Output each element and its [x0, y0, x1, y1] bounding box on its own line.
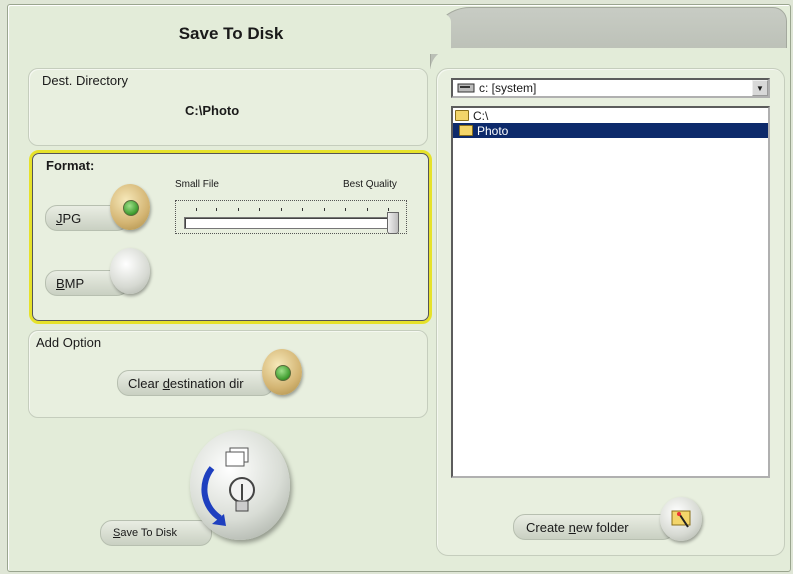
- create-new-folder-option[interactable]: Create new folder: [513, 514, 675, 540]
- clear-destination-radio[interactable]: [262, 349, 302, 395]
- dest-directory-label: Dest. Directory: [42, 73, 128, 88]
- clear-destination-option[interactable]: Clear destination dir: [117, 370, 274, 396]
- slider-tick: [367, 208, 368, 211]
- slider-min-label: Small File: [175, 179, 219, 190]
- jpg-label: JPG: [56, 210, 82, 226]
- slider-tick: [238, 208, 239, 211]
- tree-item-photo[interactable]: Photo: [453, 123, 768, 138]
- slider-thumb[interactable]: [387, 212, 399, 234]
- slider-tick: [345, 208, 346, 211]
- slider-tick: [259, 208, 260, 211]
- slider-tick: [281, 208, 282, 211]
- tree-item-label: Photo: [477, 123, 509, 138]
- bmp-label: BMP: [56, 275, 85, 291]
- dest-directory-path: C:\Photo: [185, 103, 240, 118]
- save-to-disk-button[interactable]: [190, 430, 290, 540]
- create-new-folder-label: Create new folder: [526, 519, 629, 535]
- folder-tree[interactable]: C:\ Photo: [451, 106, 770, 478]
- slider-track[interactable]: [184, 217, 398, 229]
- save-disk-icon: [201, 447, 255, 526]
- quality-slider[interactable]: [175, 200, 407, 234]
- folder-icon: [459, 125, 473, 136]
- slider-tick: [388, 208, 389, 211]
- drive-select-value: c: [system]: [479, 81, 537, 95]
- create-new-folder-button[interactable]: [660, 497, 702, 541]
- window-title: Save To Disk: [11, 14, 451, 54]
- drive-select[interactable]: c: [system] ▼: [451, 78, 770, 98]
- tree-item-label: C:\: [473, 108, 489, 123]
- radio-selected-dot: [275, 365, 291, 381]
- slider-tick: [324, 208, 325, 211]
- add-option-label: Add Option: [36, 335, 102, 350]
- jpg-radio[interactable]: [110, 184, 150, 230]
- format-label: Format:: [46, 158, 95, 173]
- tree-item-root[interactable]: C:\: [453, 108, 768, 123]
- slider-tick: [216, 208, 217, 211]
- clear-destination-label: Clear destination dir: [128, 375, 244, 391]
- new-folder-icon: [671, 510, 691, 528]
- bmp-radio[interactable]: [110, 248, 150, 294]
- slider-tick: [196, 208, 197, 211]
- slider-max-label: Best Quality: [343, 179, 397, 190]
- radio-selected-dot: [123, 200, 139, 216]
- drive-icon: [457, 83, 475, 93]
- slider-tick: [302, 208, 303, 211]
- dropdown-arrow-icon[interactable]: ▼: [752, 80, 768, 96]
- save-to-disk-label: Save To Disk: [113, 527, 177, 539]
- format-panel: [29, 150, 432, 324]
- folder-open-icon: [455, 110, 469, 121]
